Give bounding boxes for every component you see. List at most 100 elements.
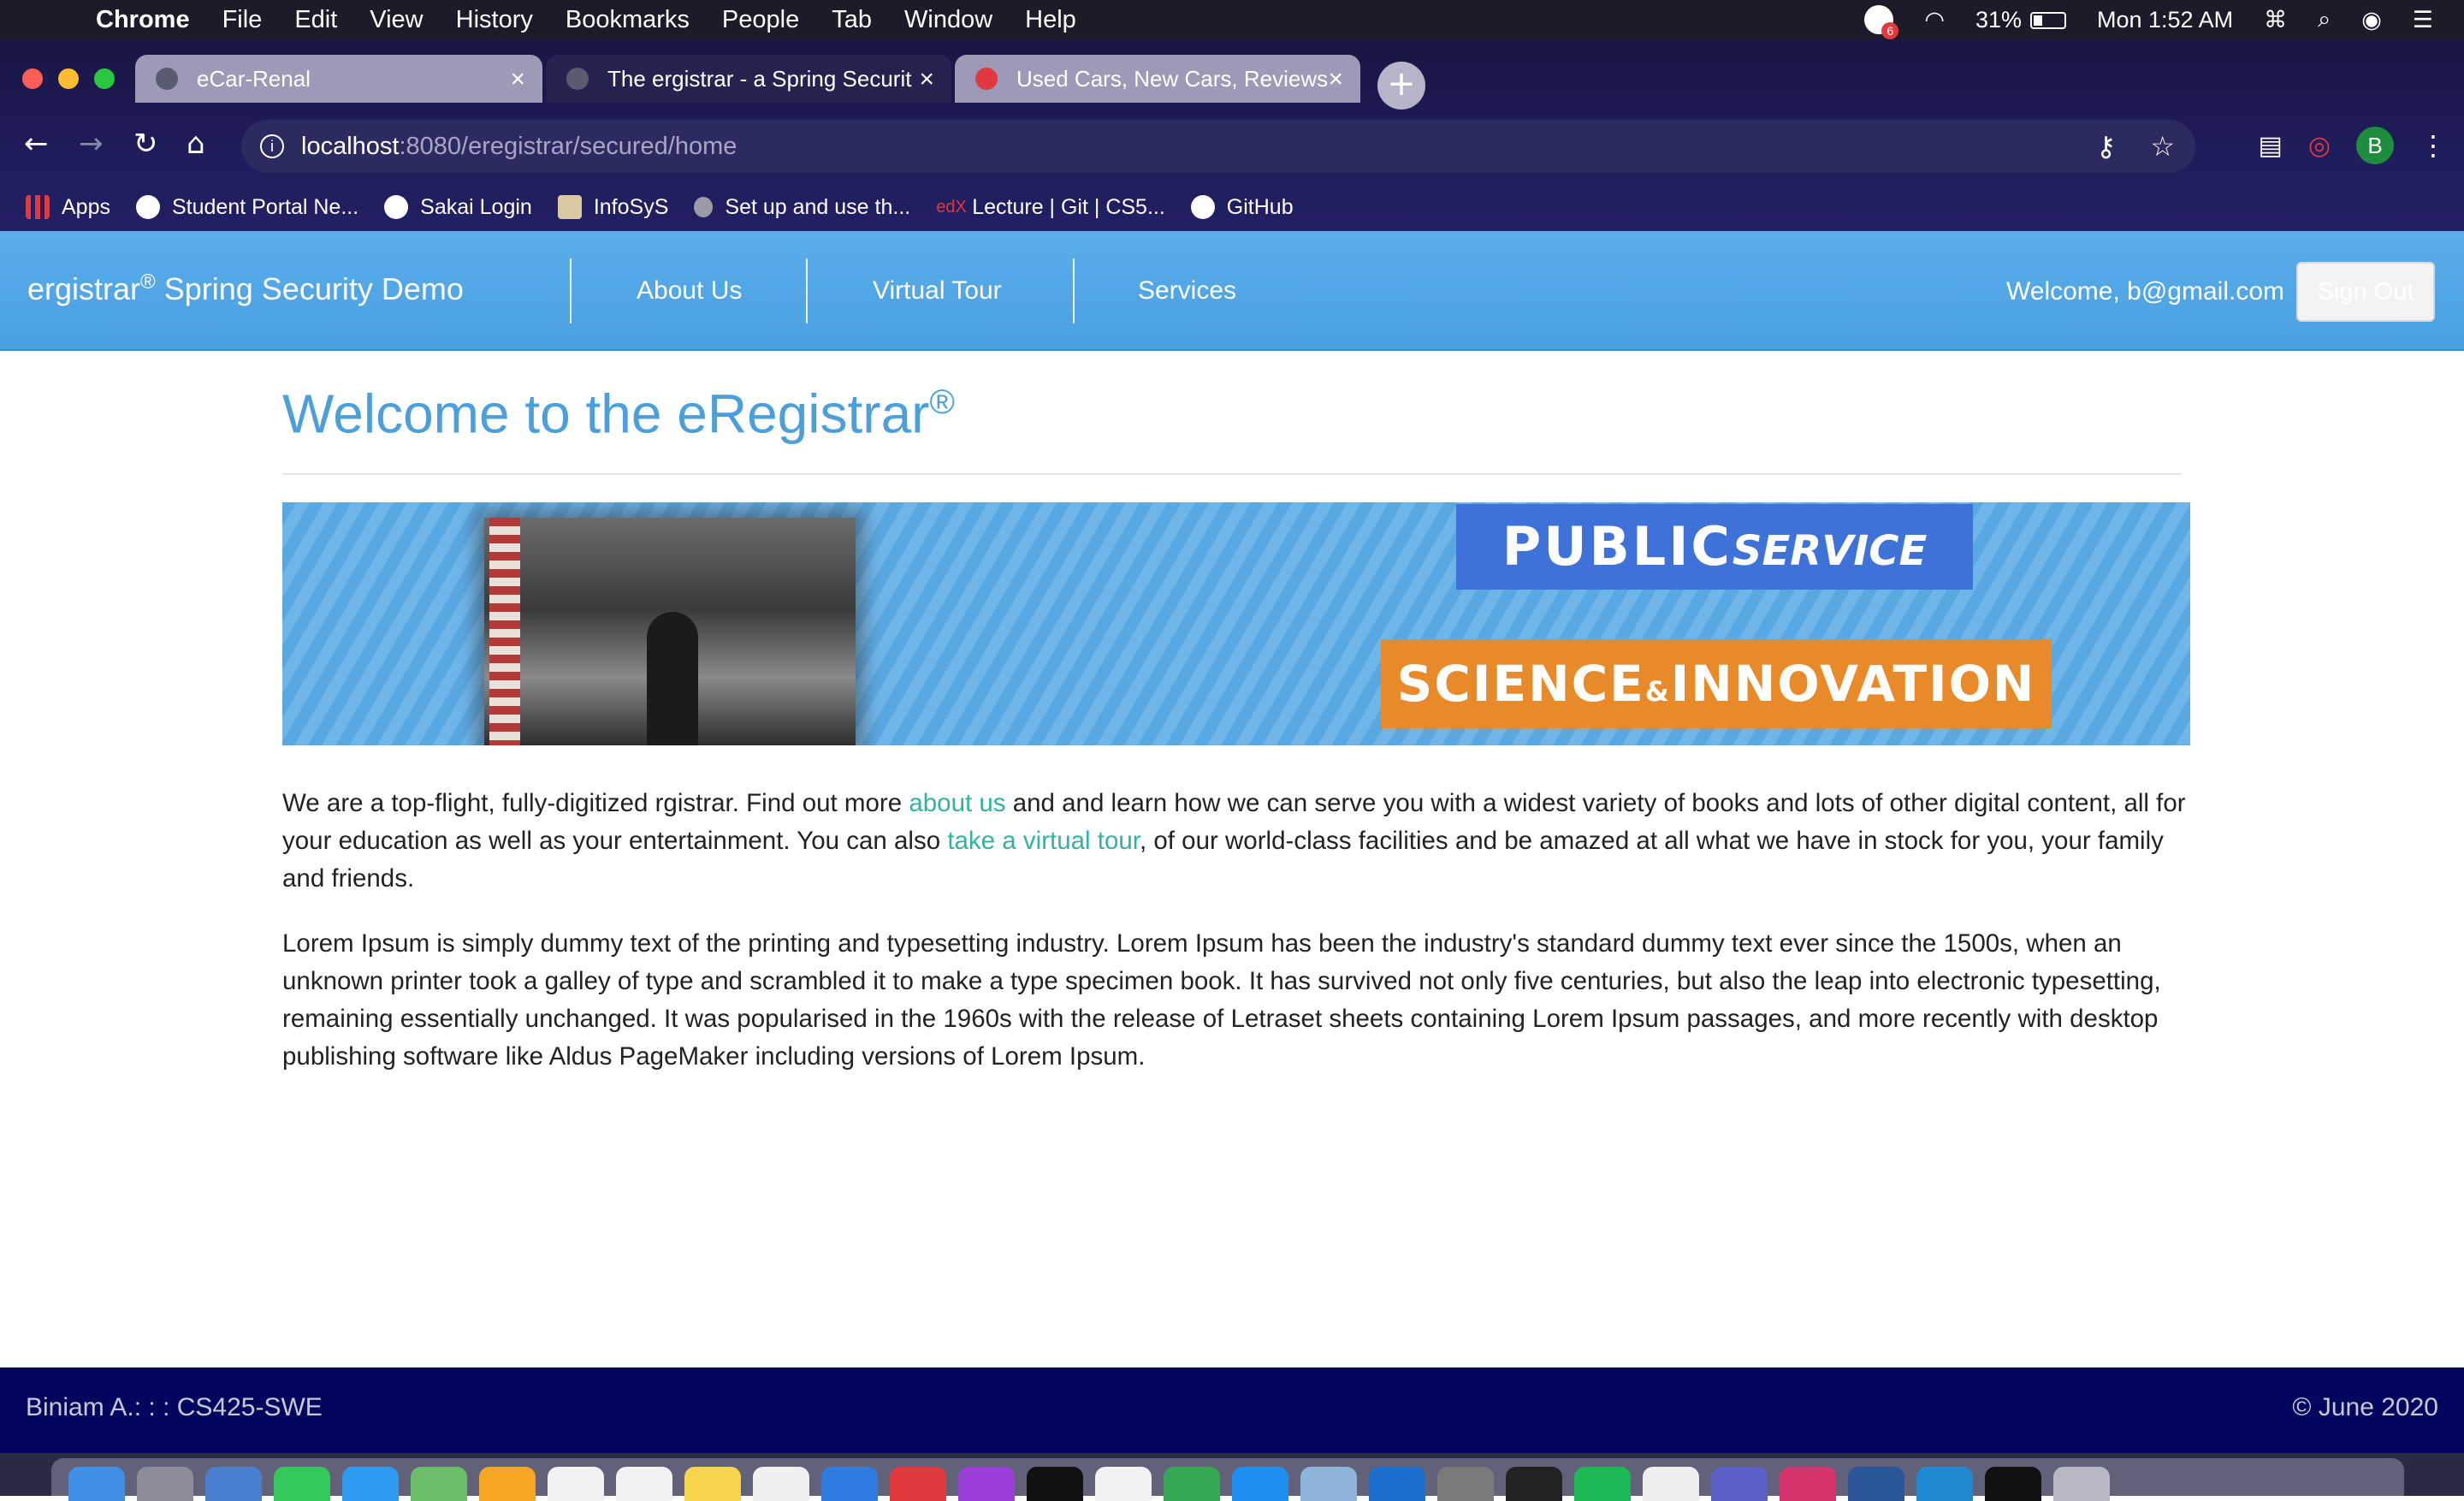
- keyboard-input-icon[interactable]: ⌘: [2264, 7, 2287, 33]
- virtual-tour-link[interactable]: take a virtual tour: [947, 827, 1140, 855]
- bookmark-apps[interactable]: Apps: [26, 195, 110, 220]
- dock-shelf: [51, 1458, 2404, 1501]
- chrome-menu-icon[interactable]: ⋮: [2420, 129, 2447, 162]
- nav-services[interactable]: Services: [1138, 231, 1236, 351]
- menu-history[interactable]: History: [456, 6, 533, 34]
- key-icon[interactable]: ⚷: [2096, 130, 2116, 163]
- innovation-word: INNOVATION: [1670, 655, 2036, 714]
- site-info-icon[interactable]: i: [260, 134, 284, 158]
- registered-mark: ®: [140, 270, 156, 294]
- tab-used-cars[interactable]: Used Cars, New Cars, Reviews ×: [955, 55, 1360, 103]
- sign-out-button[interactable]: Sign Out: [2296, 262, 2435, 322]
- new-tab-button[interactable]: +: [1377, 62, 1425, 110]
- site-brand[interactable]: ergistrar® Spring Security Demo: [27, 270, 464, 307]
- close-window-button[interactable]: [22, 68, 43, 89]
- podcasts-icon[interactable]: [958, 1467, 1015, 1501]
- outlook-icon[interactable]: [1369, 1467, 1425, 1501]
- tab-close-icon[interactable]: ×: [510, 65, 525, 94]
- back-arrow-icon[interactable]: ←: [24, 127, 49, 161]
- messages-icon[interactable]: [342, 1467, 399, 1501]
- trash-icon[interactable]: [2053, 1467, 2110, 1501]
- edx-icon: edX: [936, 198, 967, 217]
- zoom-window-button[interactable]: [94, 68, 115, 89]
- photos-icon[interactable]: [479, 1467, 536, 1501]
- title-divider: [282, 473, 2182, 476]
- menu-clock[interactable]: Mon 1:52 AM: [2097, 7, 2233, 33]
- spotlight-search-icon[interactable]: ⌕: [2318, 6, 2331, 33]
- footer-copyright: © June 2020: [2292, 1393, 2438, 1421]
- profile-avatar[interactable]: B: [2356, 127, 2394, 164]
- about-us-link[interactable]: about us: [909, 789, 1005, 817]
- bookmark-github[interactable]: GitHub: [1190, 195, 1294, 220]
- maps-icon[interactable]: [411, 1467, 467, 1501]
- intellij-icon[interactable]: [1780, 1467, 1836, 1501]
- vscode-icon[interactable]: [1916, 1467, 1973, 1501]
- word-icon[interactable]: [1848, 1467, 1904, 1501]
- control-center-list-icon[interactable]: ☰: [2413, 7, 2433, 33]
- macos-dock: [0, 1453, 2464, 1501]
- menu-bookmarks[interactable]: Bookmarks: [566, 6, 690, 34]
- tab-ergistrar-active[interactable]: The ergistrar - a Spring Securit ×: [546, 55, 951, 103]
- speaker-graphic: [647, 612, 698, 746]
- mail-icon[interactable]: [205, 1467, 262, 1501]
- menu-tab[interactable]: Tab: [832, 6, 872, 34]
- nav-about-us[interactable]: About Us: [637, 231, 742, 351]
- textedit-icon[interactable]: [1643, 1467, 1699, 1501]
- activity-monitor-icon[interactable]: [1506, 1467, 1562, 1501]
- url-host: localhost: [301, 132, 400, 160]
- nav-virtual-tour[interactable]: Virtual Tour: [873, 231, 1002, 351]
- app-store-icon[interactable]: [1232, 1467, 1288, 1501]
- notification-icon[interactable]: 6: [1864, 5, 1899, 39]
- calendar-icon[interactable]: [548, 1467, 604, 1501]
- main-content: Welcome to the eRegistrar® PUBLICSERVICE…: [282, 368, 2190, 1076]
- bookmarks-bar: Apps Student Portal Ne... Sakai Login In…: [0, 183, 2464, 231]
- battery-status[interactable]: 31%: [1975, 7, 2066, 33]
- tv-icon[interactable]: [1027, 1467, 1083, 1501]
- bookmark-star-icon[interactable]: ☆: [2150, 130, 2175, 163]
- reminders-icon[interactable]: [616, 1467, 672, 1501]
- menu-file[interactable]: File: [222, 6, 263, 34]
- bookmark-sakai-login[interactable]: Sakai Login: [384, 195, 532, 220]
- menu-people[interactable]: People: [722, 6, 799, 34]
- terminal-icon[interactable]: [1985, 1467, 2041, 1501]
- record-extension-icon[interactable]: ◎: [2308, 131, 2331, 161]
- finder-icon[interactable]: [68, 1467, 125, 1501]
- menu-help[interactable]: Help: [1025, 6, 1076, 34]
- launchpad-icon[interactable]: [137, 1467, 193, 1501]
- bookmark-infosys[interactable]: InfoSyS: [557, 195, 668, 220]
- preview-icon[interactable]: [1300, 1467, 1357, 1501]
- bookmark-lecture-git[interactable]: edX Lecture | Git | CS5...: [936, 195, 1165, 220]
- battery-percent: 31%: [1975, 6, 2022, 33]
- notes-icon[interactable]: [684, 1467, 741, 1501]
- printer-extension-icon[interactable]: ▤: [2258, 131, 2282, 161]
- chrome-icon[interactable]: [890, 1467, 946, 1501]
- music-icon[interactable]: [753, 1467, 809, 1501]
- safari-icon[interactable]: [821, 1467, 878, 1501]
- home-icon[interactable]: ⌂: [187, 127, 205, 161]
- teams-icon[interactable]: [1711, 1467, 1768, 1501]
- tab-ecar-renal[interactable]: eCar-Renal ×: [135, 55, 542, 103]
- system-preferences-icon[interactable]: [1437, 1467, 1494, 1501]
- menu-view[interactable]: View: [370, 6, 423, 34]
- tab-close-icon[interactable]: ×: [1328, 65, 1343, 94]
- menu-edit[interactable]: Edit: [294, 6, 337, 34]
- numbers-icon[interactable]: [1164, 1467, 1220, 1501]
- bookmark-setup-apple[interactable]: Set up and use th...: [694, 195, 910, 220]
- spotify-icon[interactable]: [1574, 1467, 1631, 1501]
- apps-grid-icon: [26, 195, 50, 219]
- bookmark-student-portal[interactable]: Student Portal Ne...: [135, 195, 358, 220]
- science-word: SCIENCE: [1396, 655, 1645, 714]
- address-bar[interactable]: i localhost :8080/eregistrar/secured/hom…: [241, 120, 2195, 173]
- facetime-icon[interactable]: [274, 1467, 330, 1501]
- forward-arrow-icon[interactable]: →: [79, 127, 104, 161]
- news-icon[interactable]: [1095, 1467, 1152, 1501]
- siri-icon[interactable]: ◉: [2361, 7, 2382, 33]
- reload-icon[interactable]: ↻: [133, 127, 158, 161]
- menu-app-name[interactable]: Chrome: [96, 6, 190, 34]
- menu-window[interactable]: Window: [904, 6, 992, 34]
- minimize-window-button[interactable]: [58, 68, 79, 89]
- wifi-icon[interactable]: ◠: [1924, 7, 1945, 33]
- globe-icon: [156, 68, 178, 90]
- tab-close-icon[interactable]: ×: [919, 65, 934, 94]
- github-icon: [1190, 195, 1215, 219]
